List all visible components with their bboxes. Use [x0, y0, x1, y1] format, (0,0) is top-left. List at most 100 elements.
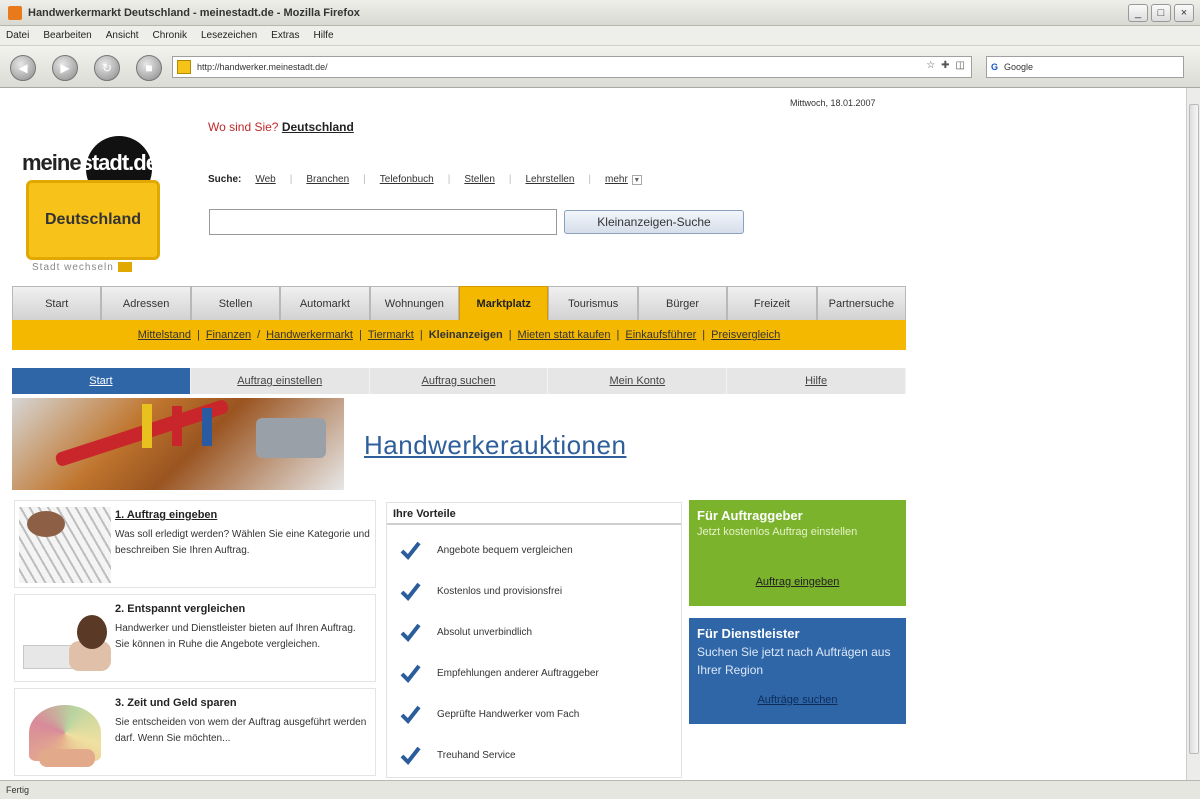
vertical-scrollbar[interactable] [1186, 88, 1200, 780]
search-link-branchen[interactable]: Branchen [306, 174, 349, 185]
search-input[interactable] [209, 209, 557, 235]
provider-box-text: Suchen Sie jetzt nach Aufträgen aus Ihre… [697, 645, 891, 677]
bookmark-star-icon[interactable]: ☆ [926, 60, 935, 71]
forward-arrow-icon: ▶ [60, 61, 70, 75]
menu-view[interactable]: Ansicht [106, 30, 139, 41]
menu-bookmarks[interactable]: Lesezeichen [201, 30, 257, 41]
reload-button[interactable]: ↻ [94, 55, 120, 81]
window-titlebar: Handwerkermarkt Deutschland - meinestadt… [0, 0, 1200, 26]
menu-history[interactable]: Chronik [153, 30, 187, 41]
step-text: Handwerker und Dienstleister bieten auf … [115, 623, 356, 650]
subnav-handwerkermarkt[interactable]: Handwerkermarkt [266, 329, 353, 341]
subtab-auftrag-suchen[interactable]: Auftrag suchen [369, 368, 549, 394]
subtab-mein-konto[interactable]: Mein Konto [548, 368, 728, 394]
search-category-links: Suche: Web | Branchen | Telefonbuch | St… [208, 174, 642, 185]
menu-file[interactable]: Datei [6, 30, 29, 41]
checkmark-icon [400, 664, 421, 684]
location-label: Wo sind Sie? [208, 120, 279, 134]
step-title: 2. Entspannt vergleichen [115, 603, 246, 615]
subnav-tiermarkt[interactable]: Tiermarkt [368, 329, 414, 341]
tool-shape [172, 406, 182, 446]
divider: | [508, 329, 512, 341]
subnav-preisvergleich[interactable]: Preisvergleich [711, 329, 780, 341]
search-jobs-link[interactable]: Aufträge suchen [689, 694, 906, 706]
subtab-start[interactable]: Start [12, 368, 191, 394]
tab-wohnungen[interactable]: Wohnungen [369, 286, 460, 320]
search-button[interactable]: Kleinanzeigen-Suche [564, 210, 744, 234]
main-tabs: Start Adressen Stellen Automarkt Wohnung… [12, 286, 907, 320]
subtab-hilfe[interactable]: Hilfe [727, 368, 906, 394]
stop-button[interactable]: ■ [136, 55, 162, 81]
tab-freizeit[interactable]: Freizeit [727, 286, 817, 320]
enter-job-link[interactable]: Auftrag eingeben [689, 576, 906, 588]
hand-shape [39, 749, 95, 767]
step-text: Was soll erledigt werden? Wählen Sie ein… [115, 529, 370, 556]
tab-start[interactable]: Start [12, 286, 102, 320]
logo-word-right: stadt.de [80, 150, 158, 175]
browser-search-box[interactable]: G Google [986, 56, 1184, 78]
current-date: Mittwoch, 18.01.2007 [790, 98, 876, 108]
google-icon: G [991, 62, 999, 72]
search-link-lehrstellen[interactable]: Lehrstellen [526, 174, 575, 185]
tab-tourismus[interactable]: Tourismus [548, 286, 638, 320]
add-icon[interactable]: ✚ [941, 60, 949, 71]
forward-button[interactable]: ▶ [52, 55, 78, 81]
menu-bar: Datei Bearbeiten Ansicht Chronik Lesezei… [0, 26, 1200, 46]
advantage-text: Angebote bequem vergleichen [437, 544, 573, 556]
checkmark-icon [400, 705, 421, 725]
marketplace-subnav: Mittelstand | Finanzen / Handwerkermarkt | … [12, 320, 906, 350]
provider-box-title: Für Dienstleister [697, 626, 800, 641]
tab-buerger[interactable]: Bürger [637, 286, 728, 320]
step-title: 3. Zeit und Geld sparen [115, 697, 237, 709]
maximize-button[interactable]: □ [1151, 4, 1171, 22]
scrollbar-thumb[interactable] [1189, 104, 1199, 754]
browser-search-value[interactable]: Google [1004, 62, 1033, 72]
address-bar[interactable]: http://handwerker.meinestadt.de/ ☆ ✚ ◫ [172, 56, 972, 78]
advantage-item: Absolut unverbindlich [399, 621, 532, 643]
tool-shape [142, 404, 152, 448]
site-favicon-icon [177, 60, 191, 74]
subnav-kleinanzeigen[interactable]: Kleinanzeigen [429, 329, 503, 341]
divider: | [447, 174, 451, 185]
tab-automarkt[interactable]: Automarkt [280, 286, 370, 320]
laptop-shape [23, 645, 73, 669]
close-button[interactable]: × [1174, 4, 1194, 22]
menu-edit[interactable]: Bearbeiten [43, 30, 91, 41]
minimize-button[interactable]: _ [1128, 4, 1148, 22]
search-link-web[interactable]: Web [255, 174, 275, 185]
tool-shape [256, 418, 326, 458]
search-link-telefonbuch[interactable]: Telefonbuch [380, 174, 434, 185]
location-link[interactable]: Deutschland [282, 120, 354, 134]
subtab-auftrag-einstellen[interactable]: Auftrag einstellen [190, 368, 370, 394]
tab-stellen[interactable]: Stellen [190, 286, 281, 320]
advantage-text: Geprüfte Handwerker vom Fach [437, 708, 580, 720]
banner-heading[interactable]: Handwerkerauktionen [364, 430, 626, 461]
tab-adressen[interactable]: Adressen [101, 286, 191, 320]
step-text: Sie entscheiden von wem der Auftrag ausg… [115, 717, 367, 744]
tab-marktplatz[interactable]: Marktplatz [459, 286, 549, 320]
menu-help[interactable]: Hilfe [314, 30, 334, 41]
subnav-einkaufsfuehrer[interactable]: Einkaufsführer [625, 329, 696, 341]
logo-wordmark: meinestadt.de [22, 150, 158, 176]
meinestadt-logo[interactable]: meinestadt.de Deutschland Stadt wechseln [22, 136, 172, 276]
page-icon[interactable]: ◫ [956, 60, 965, 71]
divider: | [196, 329, 200, 341]
subnav-mieten[interactable]: Mieten statt kaufen [518, 329, 611, 341]
keyboard-hand-image [19, 507, 111, 583]
woman-laptop-image [19, 601, 111, 677]
arrow-icon [117, 262, 132, 273]
divider: | [289, 174, 293, 185]
search-link-stellen[interactable]: Stellen [464, 174, 495, 185]
step-card: 2. Entspannt vergleichen Handwerker und … [14, 594, 376, 682]
tab-partnersuche[interactable]: Partnersuche [816, 286, 907, 320]
search-link-more[interactable]: mehr ▼ [605, 174, 642, 185]
subnav-mittelstand[interactable]: Mittelstand [138, 329, 191, 341]
menu-tools[interactable]: Extras [271, 30, 299, 41]
reload-icon: ↻ [101, 61, 113, 75]
step-title[interactable]: 1. Auftrag eingeben [115, 509, 217, 521]
auction-banner: Handwerkerauktionen [12, 398, 906, 494]
url-text[interactable]: http://handwerker.meinestadt.de/ [197, 62, 328, 72]
back-button[interactable]: ◀ [10, 55, 36, 81]
subnav-finanzen[interactable]: Finanzen [206, 329, 251, 341]
change-city-link[interactable]: Stadt wechseln [32, 262, 132, 273]
